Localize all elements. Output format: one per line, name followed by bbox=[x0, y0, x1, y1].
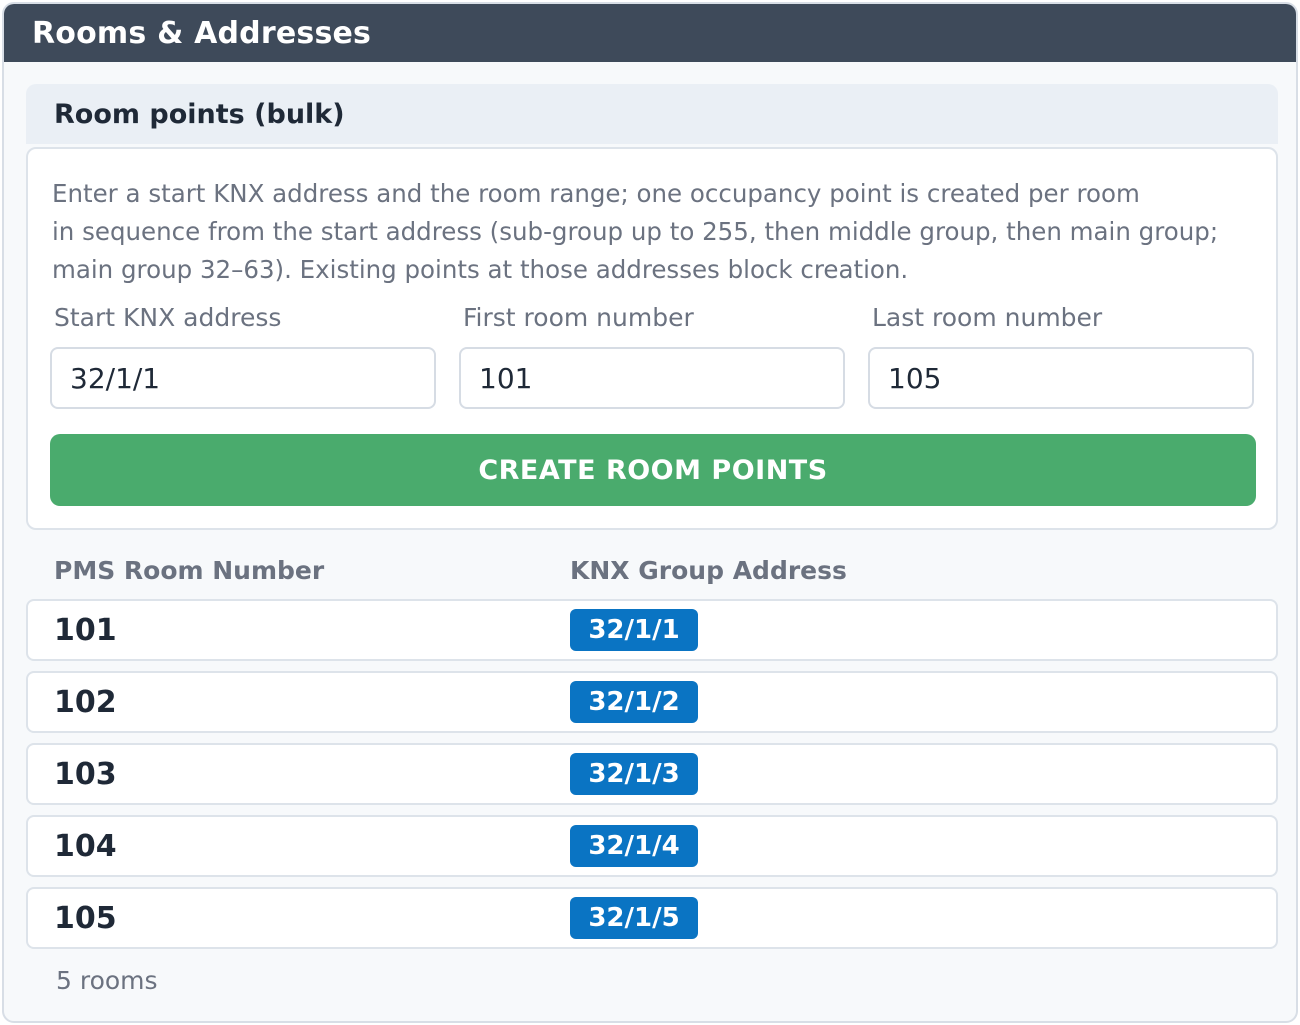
description-line: in sequence from the start address (sub-… bbox=[52, 217, 1219, 246]
room-number: 101 bbox=[54, 613, 117, 648]
address-badge: 32/1/4 bbox=[570, 825, 698, 867]
last-room-input[interactable] bbox=[868, 347, 1254, 409]
first-room-input[interactable] bbox=[459, 347, 845, 409]
panel-title: Rooms & Addresses bbox=[32, 15, 372, 51]
first-room-field: First room number bbox=[459, 303, 845, 409]
bulk-create-card: Enter a start KNX address and the room r… bbox=[26, 147, 1278, 530]
create-room-points-button[interactable]: CREATE ROOM POINTS bbox=[50, 434, 1256, 506]
start-address-field: Start KNX address bbox=[50, 303, 436, 409]
description-line: Enter a start KNX address and the room r… bbox=[52, 179, 1140, 208]
column-header-room: PMS Room Number bbox=[54, 556, 325, 585]
address-badge: 32/1/5 bbox=[570, 897, 698, 939]
table-row[interactable]: 103 32/1/3 bbox=[26, 743, 1278, 805]
room-number: 105 bbox=[54, 901, 117, 936]
last-room-field: Last room number bbox=[868, 303, 1254, 409]
section-header: Room points (bulk) bbox=[26, 84, 1278, 144]
description-line: main group 32–63). Existing points at th… bbox=[52, 255, 909, 284]
first-room-label: First room number bbox=[463, 303, 694, 332]
column-header-address: KNX Group Address bbox=[570, 556, 847, 585]
last-room-label: Last room number bbox=[872, 303, 1103, 332]
room-number: 103 bbox=[54, 757, 117, 792]
panel-header: Rooms & Addresses bbox=[4, 4, 1296, 62]
address-badge: 32/1/1 bbox=[570, 609, 698, 651]
rooms-addresses-panel: Rooms & Addresses Room points (bulk) Ent… bbox=[2, 2, 1298, 1023]
address-badge: 32/1/2 bbox=[570, 681, 698, 723]
description: Enter a start KNX address and the room r… bbox=[52, 175, 1252, 289]
table-header: PMS Room Number KNX Group Address bbox=[26, 552, 1278, 592]
table-row[interactable]: 101 32/1/1 bbox=[26, 599, 1278, 661]
table-row[interactable]: 102 32/1/2 bbox=[26, 671, 1278, 733]
start-address-label: Start KNX address bbox=[54, 303, 282, 332]
room-list: 101 32/1/1 102 32/1/2 103 32/1/3 104 32/… bbox=[26, 599, 1278, 959]
start-address-input[interactable] bbox=[50, 347, 436, 409]
section-title: Room points (bulk) bbox=[54, 98, 345, 130]
table-row[interactable]: 105 32/1/5 bbox=[26, 887, 1278, 949]
room-number: 104 bbox=[54, 829, 117, 864]
table-row[interactable]: 104 32/1/4 bbox=[26, 815, 1278, 877]
address-badge: 32/1/3 bbox=[570, 753, 698, 795]
room-count: 5 rooms bbox=[56, 966, 158, 995]
room-number: 102 bbox=[54, 685, 117, 720]
